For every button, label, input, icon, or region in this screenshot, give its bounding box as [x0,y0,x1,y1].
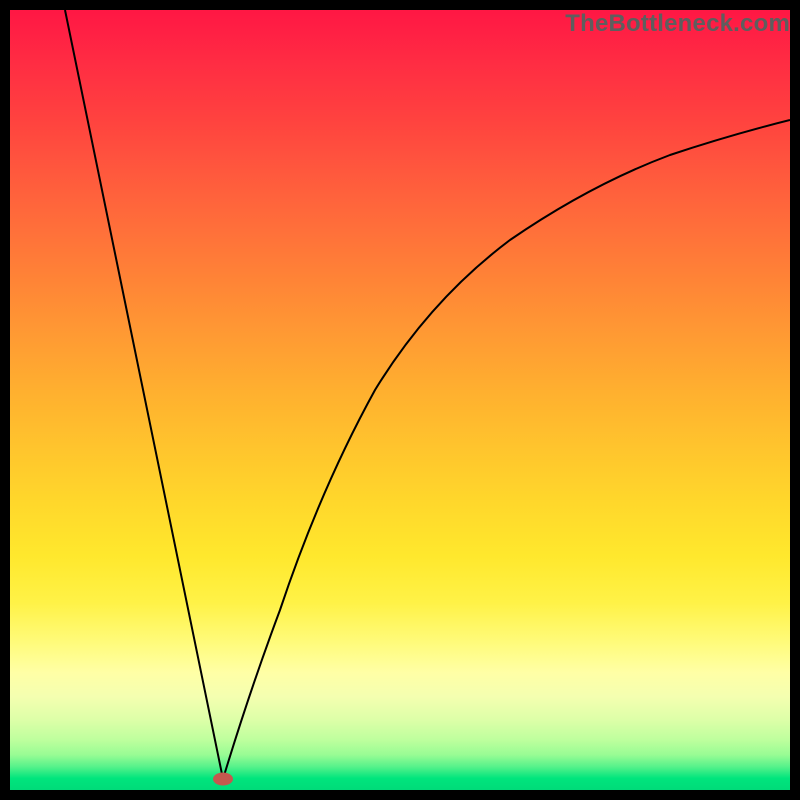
attribution-text: TheBottleneck.com [565,10,790,38]
minimum-marker [213,773,233,786]
curve-svg [10,10,790,790]
bottleneck-curve [65,10,790,779]
plot-frame: TheBottleneck.com [10,10,790,790]
